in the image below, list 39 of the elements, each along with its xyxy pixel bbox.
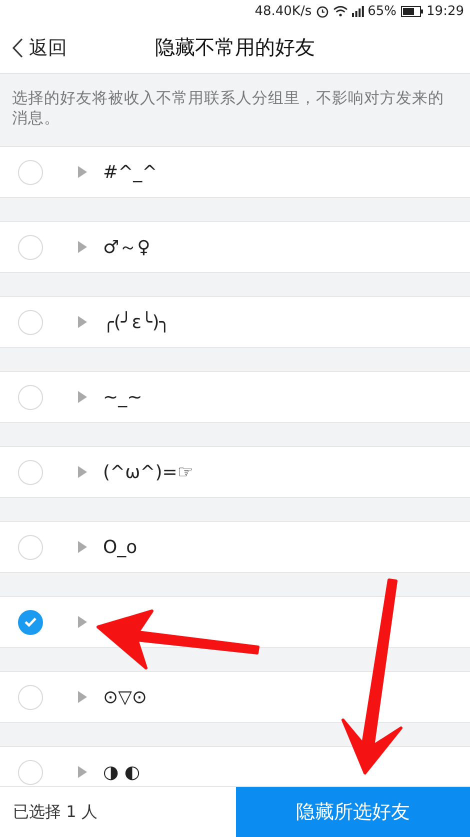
friend-row[interactable]: ♂～♀ [0, 221, 470, 273]
friend-name: (^ω^)=☞ [103, 462, 194, 482]
expand-triangle-icon[interactable] [78, 241, 87, 253]
friend-name: O_o [103, 536, 138, 558]
friend-row[interactable]: (^ω^)=☞ [0, 446, 470, 498]
wifi-icon [332, 5, 348, 17]
expand-triangle-icon[interactable] [78, 766, 87, 778]
friend-name: ⊙▽⊙ [103, 686, 148, 708]
friend-name: ◑ ◐ [103, 762, 140, 782]
expand-triangle-icon[interactable] [78, 691, 87, 703]
description-text: 选择的好友将被收入不常用联系人分组里，不影响对方发来的消息。 [12, 89, 444, 127]
clock-time: 19:29 [426, 4, 464, 18]
page-title: 隐藏不常用的好友 [155, 35, 315, 59]
select-checkbox[interactable] [18, 610, 43, 634]
friend-name: ~_~ [103, 386, 142, 408]
expand-triangle-icon[interactable] [78, 616, 87, 628]
checkmark-icon [24, 617, 37, 627]
selected-count: 已选择 1 人 [13, 802, 98, 822]
friend-row[interactable]: #^_^ [0, 146, 470, 198]
friend-name: ╭(╯ε╰)╮ [103, 312, 170, 332]
battery-percent: 65% [368, 4, 397, 18]
friend-name: #^_^ [103, 162, 158, 182]
network-speed: 48.40K/s [254, 4, 312, 18]
expand-triangle-icon[interactable] [78, 316, 87, 328]
signal-icon [352, 6, 364, 16]
friend-row[interactable]: ~_~ [0, 371, 470, 423]
expand-triangle-icon[interactable] [78, 466, 87, 478]
back-button[interactable]: 返回 [0, 34, 73, 62]
battery-icon [400, 6, 423, 16]
friend-name: ♂～♀ [103, 236, 150, 259]
friend-row[interactable]: ⊙▽⊙ [0, 671, 470, 723]
friend-row[interactable]: ╭(╯ε╰)╮ [0, 296, 470, 348]
friend-row[interactable]: O_o [0, 521, 470, 573]
expand-triangle-icon[interactable] [78, 166, 87, 178]
chevron-left-icon [12, 38, 23, 58]
expand-triangle-icon[interactable] [78, 391, 87, 403]
friend-row[interactable]: ◑ ◐ [0, 746, 470, 786]
expand-triangle-icon[interactable] [78, 541, 87, 553]
alarm-icon [316, 4, 329, 18]
